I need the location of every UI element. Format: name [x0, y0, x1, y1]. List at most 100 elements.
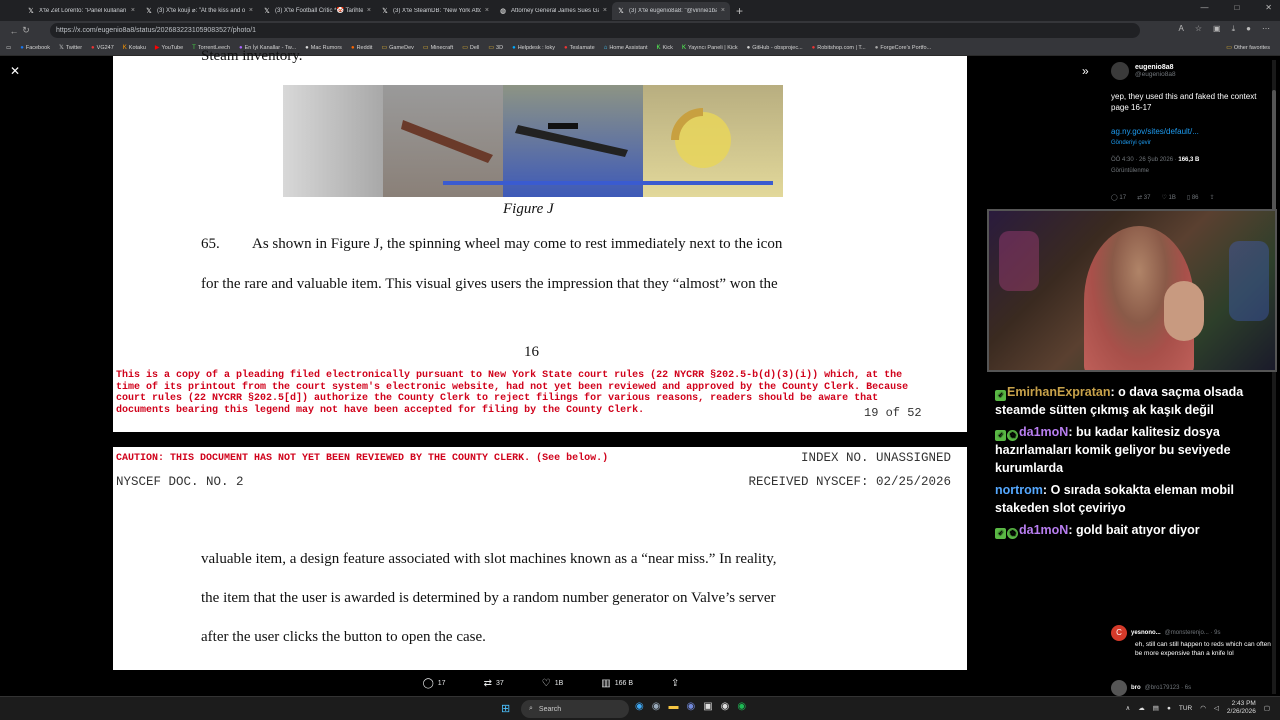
like-button[interactable]: ♡ 1B	[542, 678, 564, 689]
x-icon: 𝕏	[28, 7, 34, 15]
edge-icon[interactable]: ◉	[635, 701, 644, 712]
minimize-icon[interactable]: —	[1200, 3, 1208, 12]
windows-taskbar: ⊞ ⌕ Search ◉ ◉ ▬ ◉ ▣ ◉ ◉ ∧ ☁ ▤ ● TUR ◠ ◁ …	[0, 696, 1280, 720]
bookmark-item[interactable]: ● Facebook	[20, 45, 50, 51]
bookmark-item[interactable]: 𝕏 Twitter	[59, 44, 82, 52]
paragraph-line: after the user clicks the button to open…	[201, 629, 486, 645]
search-icon: ⌕	[529, 705, 533, 712]
close-tab-icon[interactable]: ×	[367, 7, 371, 14]
stream-chat: ✓ EmirhanExpratan: o dava saçma olsada st…	[995, 383, 1275, 543]
repost-button[interactable]: ⇄ 37	[1137, 194, 1150, 201]
tab-1[interactable]: 𝕏 (3) X'te kouji ⌀: "At the kiss and o ×	[140, 2, 258, 20]
tab-4[interactable]: ◍ Attorney General James Sues Gam ×	[494, 2, 612, 20]
network-icon[interactable]: ▤	[1153, 704, 1159, 712]
wifi-icon[interactable]: ◠	[1200, 704, 1206, 712]
bookmark-item[interactable]: K Yayıncı Paneli | Kick	[682, 45, 738, 51]
notifications-icon[interactable]: ▢	[1264, 704, 1270, 712]
download-icon[interactable]: ⤓	[1232, 24, 1236, 34]
bookmark-item[interactable]: ▭ GameDev	[381, 44, 413, 52]
repost-icon: ⇄	[483, 677, 492, 689]
like-button[interactable]: ♡ 1B	[1161, 194, 1175, 201]
share-button[interactable]: ⇪	[671, 678, 679, 689]
app-tray-icon[interactable]: ●	[1167, 705, 1171, 712]
chat-message: ✓ ✿ da1moN: gold bait atıyor diyor	[995, 521, 1275, 539]
other-favorites[interactable]: ▭ Other favorites	[1226, 44, 1270, 52]
maximize-icon[interactable]: □	[1234, 3, 1239, 12]
read-aloud-icon[interactable]: A	[1179, 24, 1184, 34]
sub-badge-icon: ✿	[1007, 430, 1018, 441]
back-icon[interactable]: ←	[8, 26, 20, 36]
bookmark-item[interactable]: ⌂ Home Assistant	[604, 45, 648, 51]
close-window-icon[interactable]: ✕	[1265, 3, 1272, 12]
bookmark-item[interactable]: ● Reddit	[351, 45, 373, 51]
bookmark-item[interactable]: ● ForgeCore's Portfo...	[875, 45, 932, 51]
author-handle[interactable]: @eugenio8a8	[1135, 71, 1176, 78]
close-tab-icon[interactable]: ×	[721, 7, 725, 14]
translate-link[interactable]: Gönderiyi çevir	[1111, 140, 1151, 146]
collections-icon[interactable]: ▣	[1213, 24, 1221, 34]
new-tab-button[interactable]: +	[736, 4, 743, 18]
bookmark-item[interactable]: K Kotaku	[123, 45, 146, 51]
scrollbar[interactable]	[1272, 60, 1276, 694]
repost-button[interactable]: ⇄ 37	[484, 678, 504, 689]
bookmark-item[interactable]: ● Mac Rumors	[305, 45, 342, 51]
tab-0[interactable]: 𝕏 X'te Zet Lorento: "Panel kullanan u ×	[22, 2, 140, 20]
tweet-text: yep, they used this and faked the contex…	[1111, 92, 1257, 112]
tab-3[interactable]: 𝕏 (3) X'te SteamDB: "New York Attor ×	[376, 2, 494, 20]
tweet-link[interactable]: ag.ny.gov/sites/default/...	[1111, 127, 1199, 136]
spotify-icon[interactable]: ◉	[737, 701, 746, 712]
bookmark-item[interactable]: ● GitHub - obsprojec...	[747, 45, 803, 51]
bookmark-item[interactable]: ● Helpdesk : loky	[512, 45, 555, 51]
avatar[interactable]: C	[1111, 625, 1127, 641]
figure-j-image	[283, 85, 783, 197]
tab-5[interactable]: 𝕏 (3) X'te eugenio8a8: "@vinnie1ba ×	[612, 1, 730, 20]
bookmark-item[interactable]: ▭ Minecraft	[423, 44, 453, 52]
language-indicator[interactable]: TUR	[1179, 705, 1192, 712]
close-tab-icon[interactable]: ×	[603, 7, 607, 14]
clock[interactable]: 2:43 PM 2/26/2026	[1227, 700, 1256, 716]
taskbar-search[interactable]: ⌕ Search	[521, 700, 629, 718]
tweet-author[interactable]: eugenio8a8 @eugenio8a8	[1111, 62, 1176, 80]
reply-tweet[interactable]: Cyesnono... @monsterenjo... · 9s eh, stil…	[1111, 625, 1271, 658]
bookmark-item[interactable]: K Kick	[657, 45, 673, 51]
app-icon[interactable]: ▣	[703, 701, 712, 712]
bookmark-item[interactable]: ▭ 3D	[488, 44, 503, 52]
caution-header: CAUTION: THIS DOCUMENT HAS NOT YET BEEN …	[116, 453, 609, 464]
reply-tweet[interactable]: bro @bro179123 · 6s	[1111, 680, 1191, 696]
close-tab-icon[interactable]: ×	[485, 7, 489, 14]
url-field[interactable]: https://x.com/eugenio8a8/status/20268322…	[50, 23, 1140, 38]
steam-icon[interactable]: ◉	[652, 701, 661, 712]
windows-start-icon[interactable]: ⊞	[501, 702, 510, 715]
cut-off-text: Steam inventory.	[201, 48, 303, 64]
obs-icon[interactable]: ◉	[721, 701, 730, 712]
bookmark-item[interactable]: ▶ YouTube	[155, 44, 183, 52]
close-tab-icon[interactable]: ×	[249, 7, 253, 14]
bookmark-item[interactable]: ● Robitshop.com | T...	[812, 45, 866, 51]
cloud-icon[interactable]: ☁	[1138, 704, 1145, 712]
bookmark-item[interactable]: ● VG247	[91, 45, 114, 51]
close-tab-icon[interactable]: ×	[131, 7, 135, 14]
author-name[interactable]: eugenio8a8	[1135, 64, 1176, 71]
menu-icon[interactable]: ⋯	[1262, 24, 1270, 34]
avatar[interactable]	[1111, 62, 1129, 80]
expand-panel-icon[interactable]: »	[1082, 64, 1089, 78]
views-button[interactable]: ▥ 166 B	[601, 678, 633, 689]
favorite-star-icon[interactable]: ☆	[1195, 24, 1202, 34]
file-explorer-icon[interactable]: ▬	[668, 701, 678, 712]
reply-button[interactable]: ◯ 17	[423, 678, 446, 689]
avatar[interactable]	[1111, 680, 1127, 696]
chevron-up-icon[interactable]: ∧	[1126, 704, 1131, 712]
discord-icon[interactable]: ◉	[686, 701, 695, 712]
address-bar: ← ↻ https://x.com/eugenio8a8/status/2026…	[0, 21, 1280, 40]
bookmark-button[interactable]: ▯ 86	[1187, 194, 1199, 201]
share-icon[interactable]: ⇪	[1210, 194, 1215, 201]
refresh-icon[interactable]: ↻	[20, 25, 32, 36]
tab-2[interactable]: 𝕏 (3) X'te Football Critic *🤡 Tarihte ×	[258, 2, 376, 20]
volume-icon[interactable]: ◁	[1214, 704, 1219, 712]
profile-icon[interactable]: ●	[1246, 24, 1251, 34]
reply-button[interactable]: ◯ 17	[1111, 194, 1126, 201]
bookmark-item[interactable]: ● Teslamate	[564, 45, 595, 51]
bookmark-folder-icon[interactable]: ▭	[6, 45, 11, 51]
close-icon[interactable]: ✕	[10, 64, 20, 78]
bookmark-item[interactable]: ▭ Dell	[462, 44, 479, 52]
